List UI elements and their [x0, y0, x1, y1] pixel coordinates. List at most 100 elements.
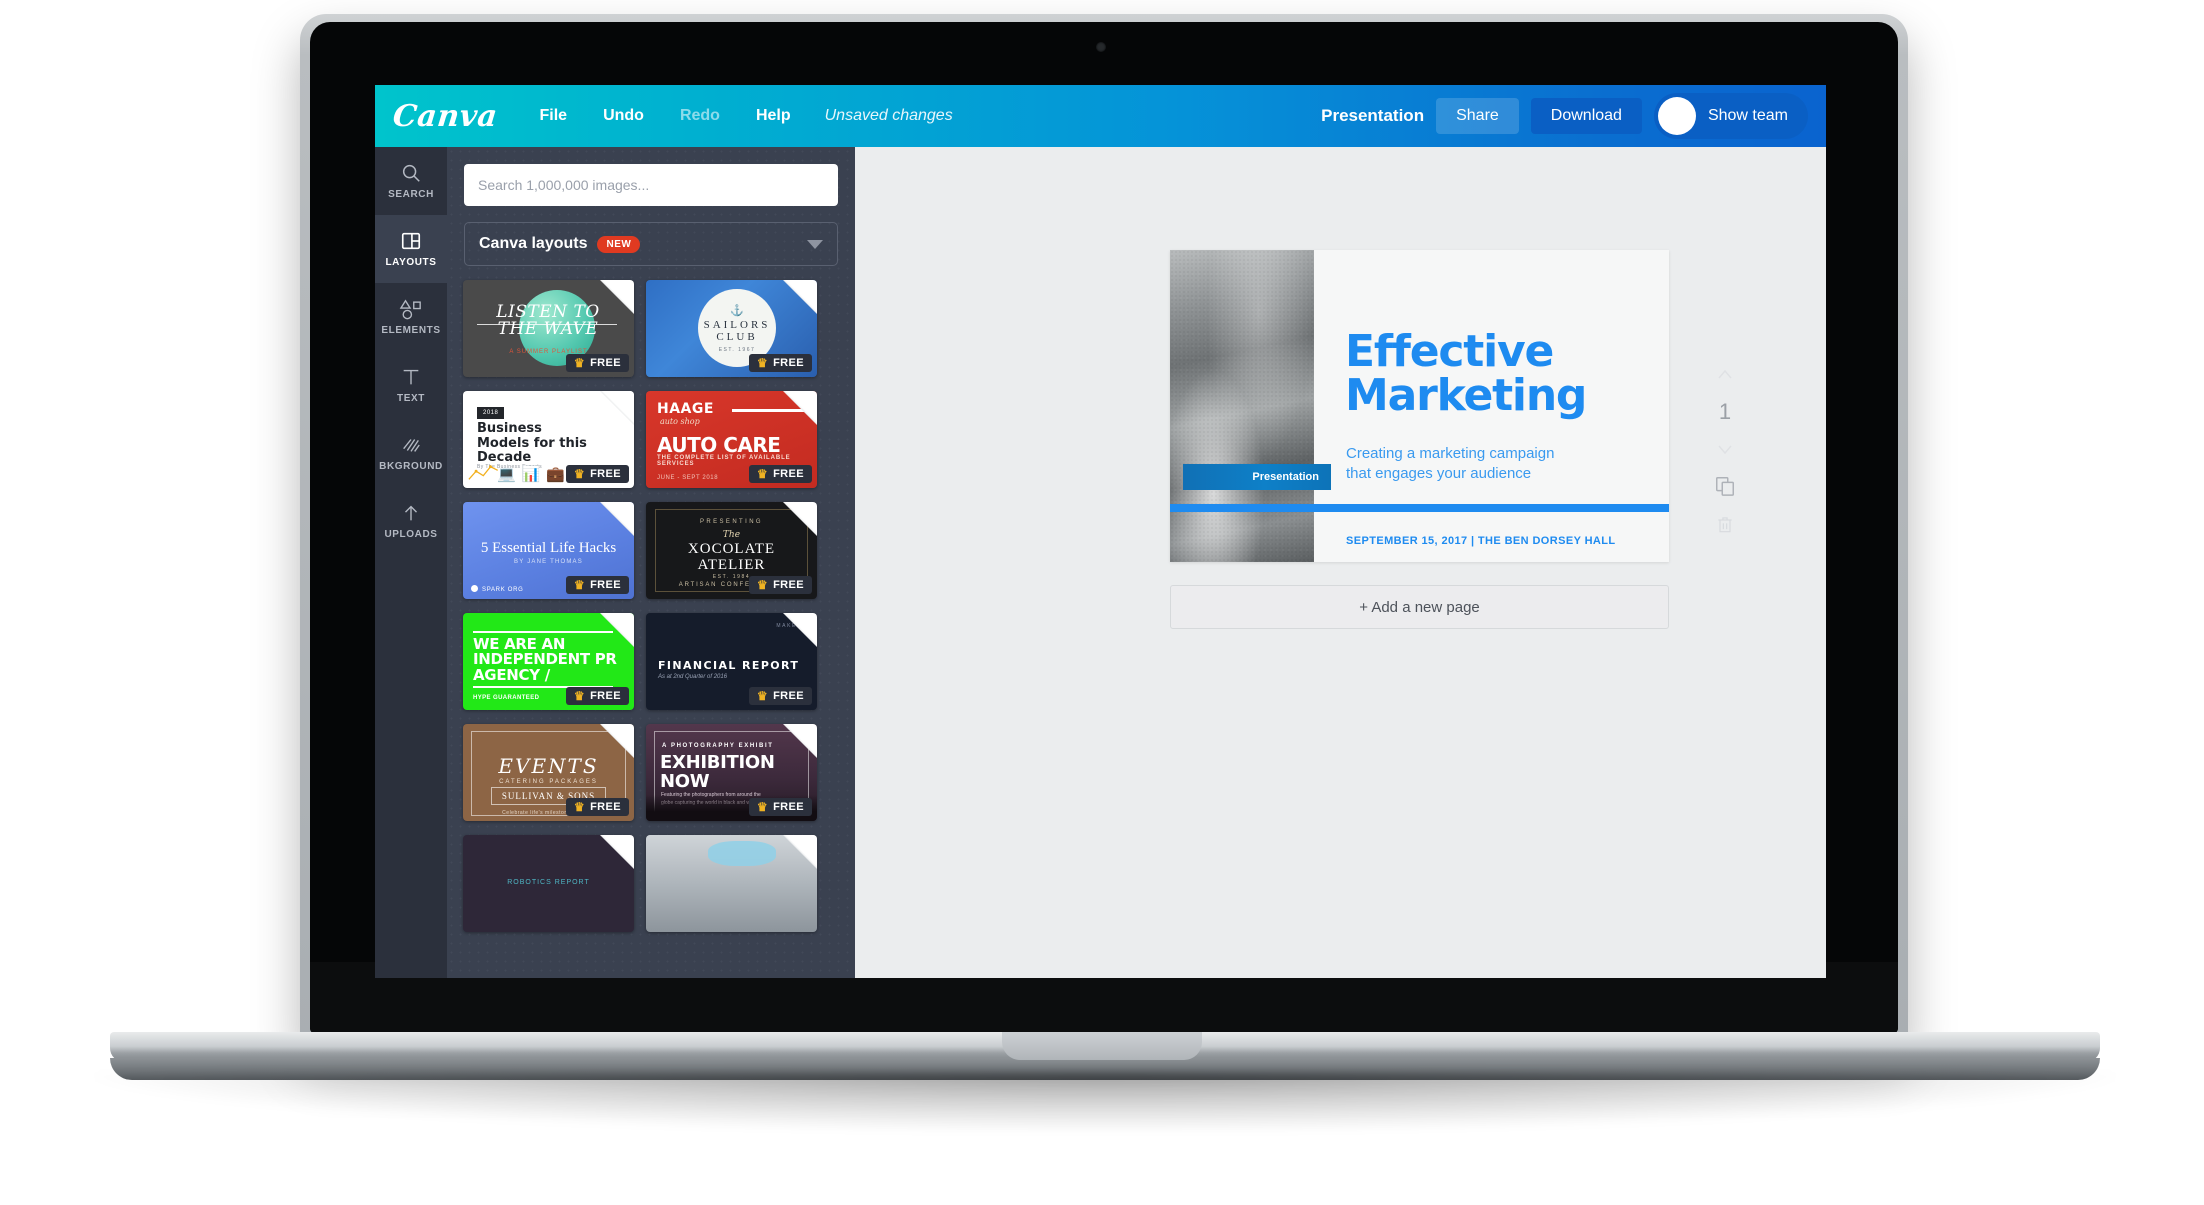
sidebar-item-elements[interactable]: ELEMENTS	[375, 283, 447, 351]
template-script: auto shop	[660, 417, 700, 426]
menu-item-file[interactable]: File	[524, 99, 584, 133]
sidebar-item-label: BKGROUND	[379, 461, 443, 472]
template-card-financial-report[interactable]: MAKE FINANCIAL REPORT As at 2nd Quarter …	[646, 613, 817, 710]
template-subtitle: HYPE GUARANTEED	[473, 695, 540, 701]
template-card-exhibition-now[interactable]: A PHOTOGRAPHY EXHIBIT EXHIBITION NOW Fea…	[646, 724, 817, 821]
canva-logo[interactable]: Canva	[391, 99, 499, 134]
slide-footer[interactable]: SEPTEMBER 15, 2017 | THE BEN DORSEY HALL	[1346, 535, 1616, 547]
menu-item-undo[interactable]: Undo	[587, 99, 660, 133]
free-badge: ♛ FREE	[748, 354, 812, 372]
laptop-icon: 💻	[497, 466, 516, 483]
top-toolbar-right: Presentation Share Download Show team	[1321, 93, 1808, 139]
template-card-listen-to-the-wave[interactable]: LISTEN TO THE WAVE A SUMMER PLAYLIST ♛ FR…	[463, 280, 634, 377]
webcam-icon	[1096, 42, 1106, 52]
slide-title[interactable]: Effective Marketing	[1345, 330, 1587, 418]
delete-page-button[interactable]	[1715, 515, 1735, 535]
template-card-sailors-club[interactable]: ⚓ SAILORS CLUB EST. 1967 ♛ FREE	[646, 280, 817, 377]
template-brand: HAAGE	[657, 401, 714, 417]
app-screen: Canva File Undo Redo Help Unsaved change…	[375, 85, 1826, 978]
sidebar-item-layouts[interactable]: LAYOUTS	[375, 215, 447, 283]
slide-subtitle[interactable]: Creating a marketing campaign that engage…	[1346, 444, 1646, 483]
free-badge: ♛ FREE	[748, 465, 812, 483]
chevron-down-icon	[1718, 445, 1732, 455]
template-card-events-catering[interactable]: EVENTS CATERING PACKAGES SULLIVAN & SONS…	[463, 724, 634, 821]
laptop-shadow	[95, 1072, 2115, 1132]
move-page-up-button[interactable]	[1716, 367, 1734, 383]
page-peel-corner	[783, 613, 817, 647]
template-card-robotics-report-partial[interactable]: ROBOTICS REPORT	[463, 835, 634, 932]
template-card-xocolate-atelier[interactable]: PRESENTING The XOCOLATE ATELIER EST. 198…	[646, 502, 817, 599]
elements-icon	[399, 298, 423, 320]
slide-canvas[interactable]: Presentation Effective Marketing Creating…	[1170, 250, 1669, 562]
free-badge: ♛ FREE	[748, 798, 812, 816]
template-brand: SPARK ORG	[482, 587, 524, 593]
chart-icon: 📊	[521, 466, 541, 483]
download-button[interactable]: Download	[1530, 98, 1642, 134]
slide-accent-bar	[1170, 504, 1669, 512]
template-title: EXHIBITION	[660, 752, 775, 773]
template-card-5-essential-life-hacks[interactable]: 5 Essential Life Hacks BY JANE THOMAS SP…	[463, 502, 634, 599]
document-title[interactable]: Presentation	[1321, 106, 1424, 126]
template-title-2: CLUB	[716, 330, 758, 343]
template-card-landscape-partial[interactable]	[646, 835, 817, 932]
category-label: Canva layouts	[479, 235, 588, 252]
sidebar-item-search[interactable]: SEARCH	[375, 147, 447, 215]
slide-photo[interactable]	[1170, 250, 1314, 562]
menu-item-help[interactable]: Help	[740, 99, 807, 133]
template-title: ROBOTICS REPORT	[507, 878, 590, 886]
sidebar-item-bkground[interactable]: BKGROUND	[375, 419, 447, 487]
divider	[732, 409, 804, 412]
page-peel-corner	[600, 835, 634, 869]
free-badge: ♛ FREE	[565, 798, 629, 816]
duplicate-icon	[1716, 477, 1734, 496]
template-est: EST. 1967	[718, 346, 756, 353]
layouts-icon	[400, 230, 422, 252]
share-button[interactable]: Share	[1436, 98, 1519, 134]
screenshot-root: Canva File Undo Redo Help Unsaved change…	[0, 0, 2204, 1205]
crown-icon: ♛	[756, 689, 769, 703]
show-team-label: Show team	[1707, 107, 1788, 124]
template-card-independent-pr-agency[interactable]: WE ARE AN INDEPENDENT PR AGENCY / HYPE G…	[463, 613, 634, 710]
chevron-up-icon	[1718, 369, 1732, 379]
page-tools-panel: 1	[1701, 367, 1749, 535]
add-new-page-button[interactable]: + Add a new page	[1170, 585, 1669, 629]
template-title: AUTO CARE	[657, 433, 781, 457]
chevron-down-icon	[807, 239, 823, 249]
laptop-notch	[1002, 1032, 1202, 1060]
template-date: JUNE - SEPT 2018	[657, 475, 719, 481]
template-card-haage-auto-care[interactable]: HAAGE auto shop AUTO CARE THE COMPLETE L…	[646, 391, 817, 488]
sidebar-item-uploads[interactable]: UPLOADS	[375, 487, 447, 555]
menu-item-redo[interactable]: Redo	[664, 99, 736, 133]
template-kicker: A PHOTOGRAPHY EXHIBIT	[662, 743, 774, 749]
page-peel-corner	[783, 835, 817, 869]
divider	[473, 631, 613, 633]
top-toolbar: Canva File Undo Redo Help Unsaved change…	[375, 85, 1826, 147]
move-page-down-button[interactable]	[1716, 441, 1734, 457]
template-subtitle: BY JANE THOMAS	[514, 559, 583, 565]
crown-icon: ♛	[756, 578, 769, 592]
crown-icon: ♛	[573, 689, 586, 703]
template-title: XOCOLATE	[687, 541, 776, 557]
show-team-button[interactable]: Show team	[1653, 93, 1808, 139]
category-dropdown[interactable]: Canva layouts NEW	[464, 222, 838, 266]
template-title: SAILORS	[703, 318, 771, 331]
search-input[interactable]	[478, 177, 824, 193]
sidebar-item-text[interactable]: TEXT	[375, 351, 447, 419]
briefcase-icon: 💼	[546, 466, 566, 483]
free-badge: ♛ FREE	[748, 687, 812, 705]
page-number: 1	[1718, 399, 1732, 424]
template-subtitle: As at 2nd Quarter of 2016	[658, 674, 728, 680]
free-badge: ♛ FREE	[565, 354, 629, 372]
search-input-wrapper[interactable]	[464, 164, 838, 206]
page-peel-corner	[783, 391, 817, 425]
template-card-business-models[interactable]: 2018 Business Models for this Decade By …	[463, 391, 634, 488]
duplicate-page-button[interactable]	[1714, 475, 1736, 497]
template-the: The	[722, 530, 741, 540]
crown-icon: ♛	[573, 800, 586, 814]
slide-tag[interactable]: Presentation	[1183, 464, 1331, 490]
sidebar-item-label: LAYOUTS	[385, 257, 437, 268]
template-title-2: NOW	[660, 771, 710, 792]
template-chip: 2018	[477, 407, 505, 419]
avatar	[1657, 97, 1696, 135]
crown-icon: ♛	[756, 800, 769, 814]
